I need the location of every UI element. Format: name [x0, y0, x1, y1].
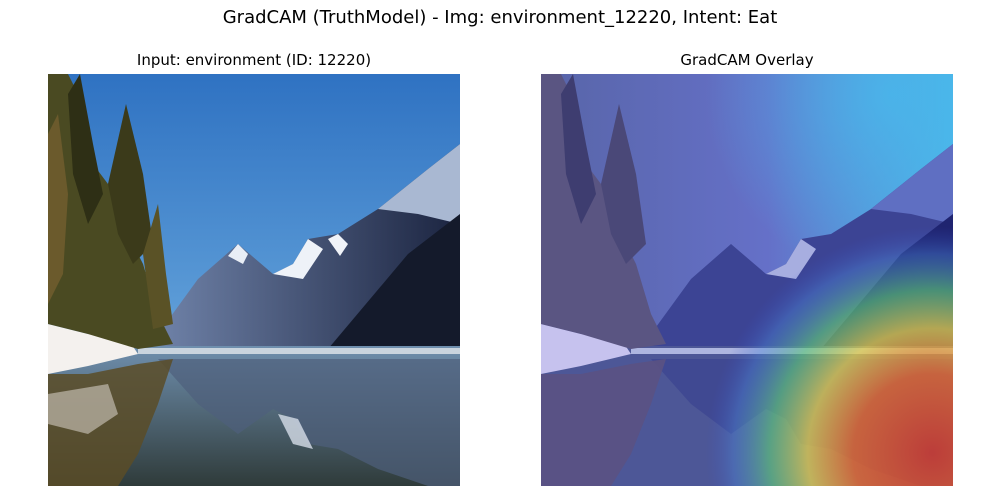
gradcam-overlay-image [541, 74, 953, 486]
overlay-panel-title: GradCAM Overlay [680, 51, 814, 69]
overlay-photo [541, 74, 953, 486]
scene-right [541, 74, 953, 486]
input-panel-title: Input: environment (ID: 12220) [136, 51, 372, 69]
figure-title: GradCAM (TruthModel) - Img: environment_… [222, 7, 778, 28]
scene-left [48, 74, 460, 486]
input-photo [48, 74, 460, 486]
input-image [48, 74, 460, 486]
